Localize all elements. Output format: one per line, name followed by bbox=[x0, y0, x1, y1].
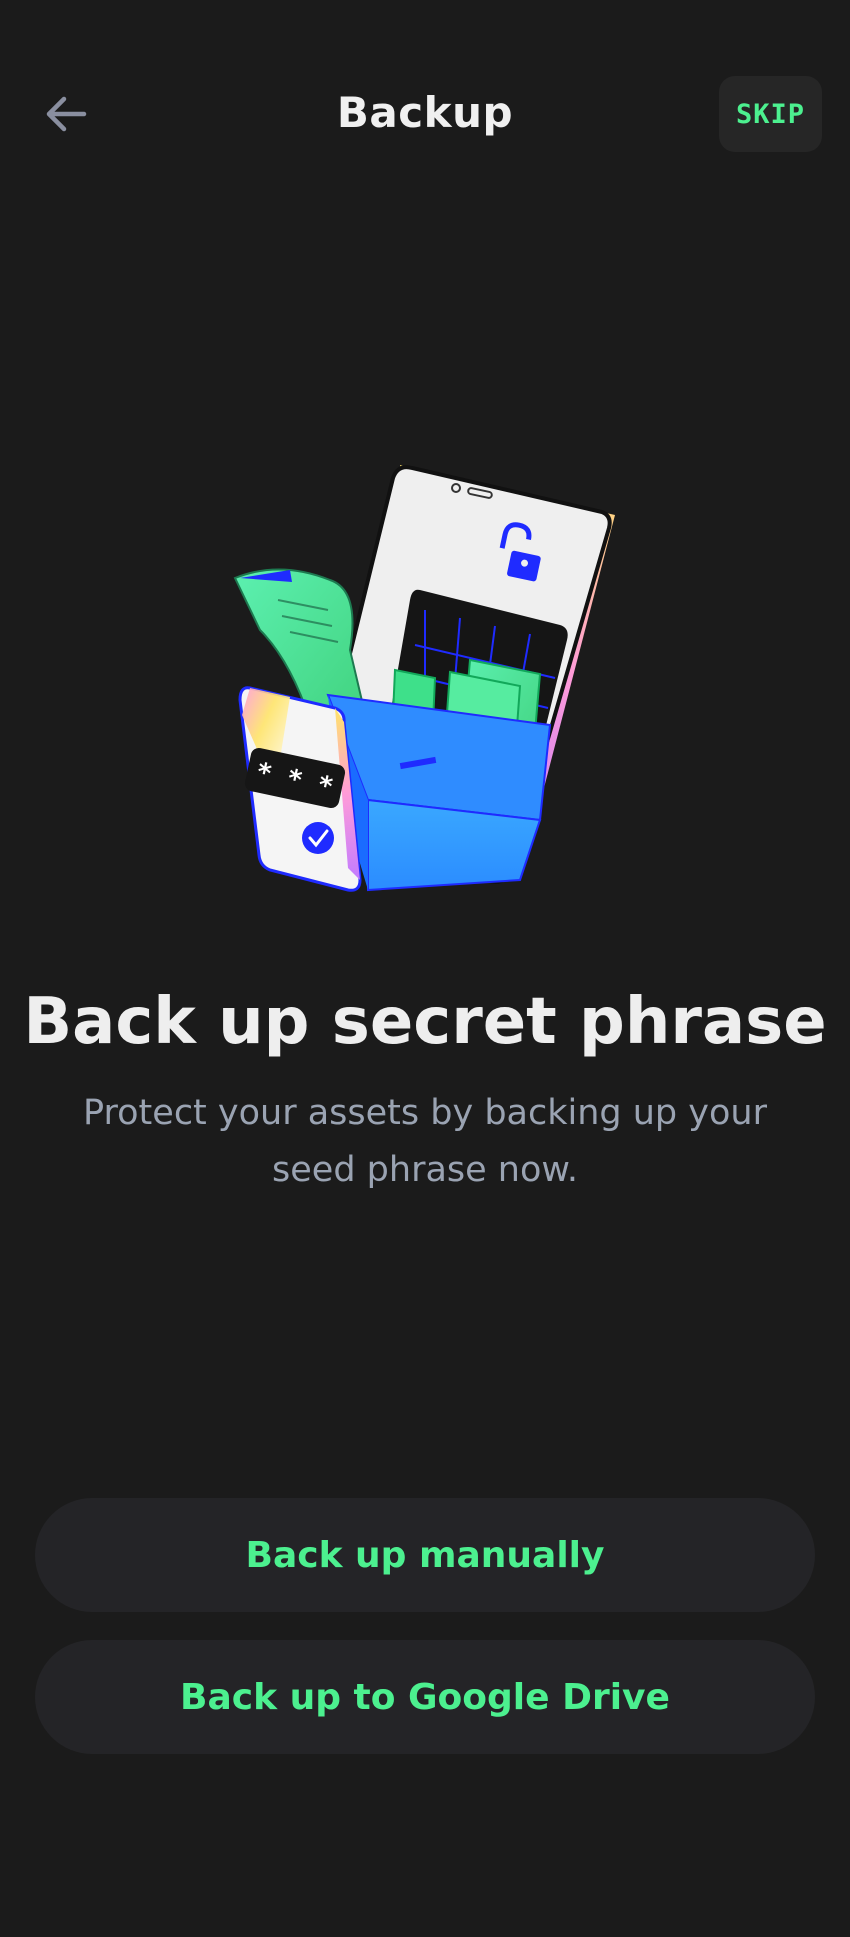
headline: Back up secret phrase bbox=[23, 985, 827, 1059]
description: Protect your assets by backing up your s… bbox=[83, 1093, 767, 1190]
backup-google-drive-button[interactable]: Back up to Google Drive bbox=[35, 1640, 815, 1754]
skip-button[interactable]: SKIP bbox=[719, 76, 822, 152]
top-bar: Backup SKIP bbox=[0, 0, 850, 230]
backup-illustration: * * * bbox=[233, 465, 615, 892]
backup-manually-button[interactable]: Back up manually bbox=[35, 1498, 815, 1612]
